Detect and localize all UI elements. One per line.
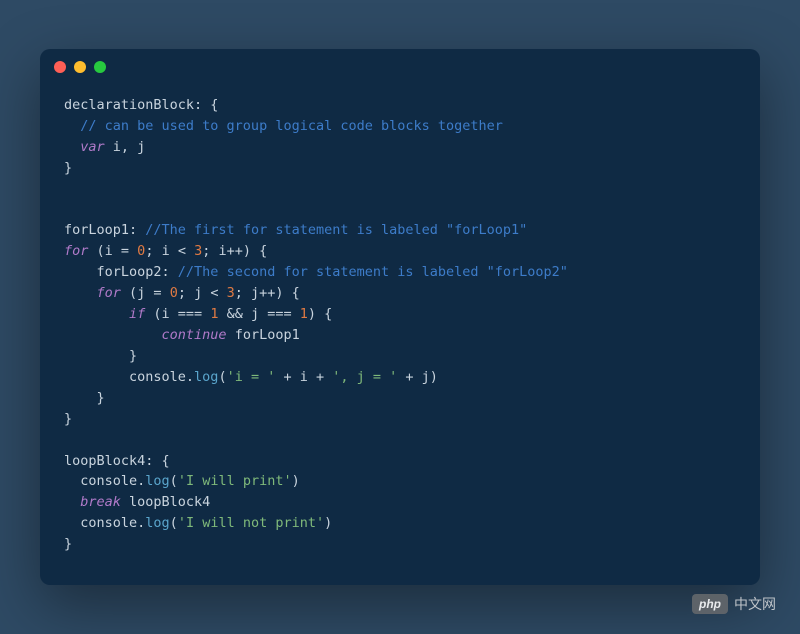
code-line: console.log('I will not print') (64, 515, 332, 531)
maximize-icon[interactable] (94, 61, 106, 73)
code-comment: //The second for statement is labeled "f… (170, 264, 568, 280)
code-string: ', j = ' (332, 369, 397, 385)
code-number: 1 (300, 306, 308, 322)
code-keyword: continue (64, 327, 227, 343)
code-line: for (i = 0; i < 3; i++) { (64, 243, 267, 259)
code-line: } (64, 160, 72, 176)
code-text: ) (292, 473, 300, 489)
code-number: 3 (194, 243, 202, 259)
code-text: forLoop1 (227, 327, 300, 343)
code-comment: //The first for statement is labeled "fo… (137, 222, 527, 238)
code-text: loopBlock4 (121, 494, 210, 510)
code-line: continue forLoop1 (64, 327, 300, 343)
code-block: declarationBlock: { // can be used to gr… (40, 85, 760, 585)
code-text: (i === (145, 306, 210, 322)
code-keyword: if (64, 306, 145, 322)
minimize-icon[interactable] (74, 61, 86, 73)
code-text: ) (324, 515, 332, 531)
code-text: } (64, 160, 72, 176)
code-line: console.log('I will print') (64, 473, 300, 489)
code-line: } (64, 536, 72, 552)
code-line: } (64, 348, 137, 364)
code-comment: // can be used to group logical code blo… (64, 118, 503, 134)
code-number: 0 (170, 285, 178, 301)
code-keyword: break (64, 494, 121, 510)
code-text: console. (64, 473, 145, 489)
watermark: php 中文网 (692, 594, 776, 614)
code-line: // can be used to group logical code blo… (64, 118, 503, 134)
code-text: console. (64, 369, 194, 385)
code-text: } (64, 536, 72, 552)
code-text: } (64, 390, 105, 406)
code-line: if (i === 1 && j === 1) { (64, 306, 332, 322)
code-string: 'I will print' (178, 473, 292, 489)
watermark-badge: php (692, 594, 728, 614)
code-line: declarationBlock: { (64, 97, 218, 113)
code-line: var i, j (64, 139, 145, 155)
code-number: 3 (227, 285, 235, 301)
code-text: + j) (397, 369, 438, 385)
code-string: 'i = ' (227, 369, 276, 385)
code-text: ; j++) { (235, 285, 300, 301)
code-text: && j === (218, 306, 299, 322)
code-text: } (64, 411, 72, 427)
close-icon[interactable] (54, 61, 66, 73)
code-func: log (194, 369, 218, 385)
code-line: loopBlock4: { (64, 453, 170, 469)
code-text: } (64, 348, 137, 364)
code-window: declarationBlock: { // can be used to gr… (40, 49, 760, 585)
code-text: ( (170, 473, 178, 489)
code-label: forLoop2: (64, 264, 170, 280)
code-text: ; i < (145, 243, 194, 259)
code-text: (j = (121, 285, 170, 301)
code-keyword: for (64, 285, 121, 301)
code-text: ; j < (178, 285, 227, 301)
window-titlebar (40, 49, 760, 85)
code-text: console. (64, 515, 145, 531)
code-line: forLoop1: //The first for statement is l… (64, 222, 527, 238)
code-text: ) { (308, 306, 332, 322)
code-func: log (145, 515, 169, 531)
code-line: for (j = 0; j < 3; j++) { (64, 285, 300, 301)
watermark-text: 中文网 (734, 594, 776, 614)
code-text: ; i++) { (202, 243, 267, 259)
code-text: (i = (88, 243, 137, 259)
code-text: loopBlock4: { (64, 453, 170, 469)
code-text: ( (218, 369, 226, 385)
code-line: } (64, 411, 72, 427)
code-string: 'I will not print' (178, 515, 324, 531)
code-text: declarationBlock: { (64, 97, 218, 113)
code-line: forLoop2: //The second for statement is … (64, 264, 568, 280)
code-text: i, j (105, 139, 146, 155)
code-label: forLoop1: (64, 222, 137, 238)
code-line: console.log('i = ' + i + ', j = ' + j) (64, 369, 438, 385)
code-keyword: for (64, 243, 88, 259)
code-line: } (64, 390, 105, 406)
code-text: + i + (275, 369, 332, 385)
code-func: log (145, 473, 169, 489)
code-line: break loopBlock4 (64, 494, 210, 510)
code-text: ( (170, 515, 178, 531)
code-keyword: var (64, 139, 105, 155)
